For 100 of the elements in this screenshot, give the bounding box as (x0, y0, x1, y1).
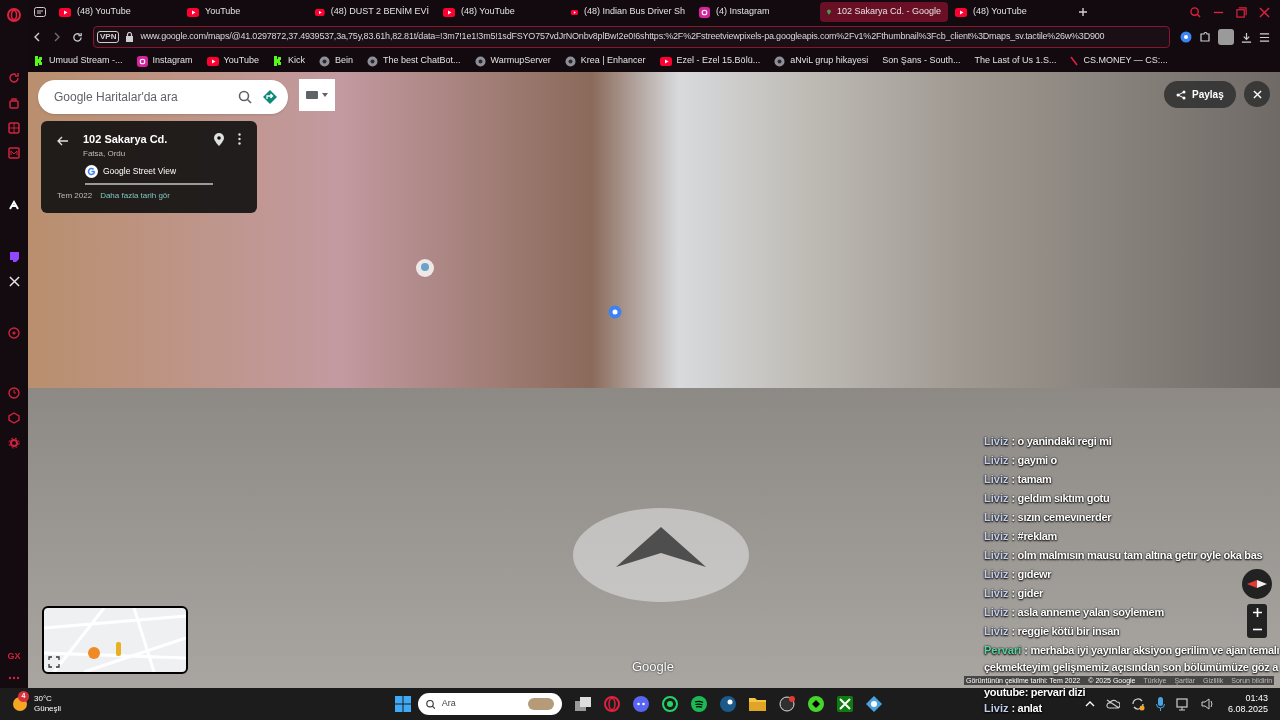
address-bar[interactable]: www.google.com/maps/@41.0297872,37.4939537,3a,75y,83.61h,82.81t/data=!3m7!1e1!3m5!1sdFSYO757vdJrNOnbv8plBw!2e0!6shttps:%2F%2Fstreetviewpixels-pa.googleapis.com%2Fv1%2Fthumbnail%3Fcb_client%3Dmaps_sv.tactile%26w%3D900 (140, 30, 1105, 44)
directions-icon[interactable] (262, 89, 278, 105)
network-icon[interactable] (1175, 697, 1190, 711)
refresh-icon[interactable] (8, 72, 20, 84)
reload-icon[interactable] (72, 31, 83, 43)
more-dates-link[interactable]: Daha fazla tarih gör (100, 189, 170, 202)
taskbar-search-field[interactable]: Ara (418, 693, 562, 715)
camera-icon (699, 6, 710, 18)
clock-time[interactable]: 01:43 (1245, 693, 1268, 704)
search-icon[interactable] (238, 90, 252, 104)
temperature[interactable]: 30°C (34, 694, 62, 704)
layers-button[interactable] (299, 79, 335, 111)
browser-tab[interactable]: YouTube (180, 2, 308, 22)
bookmark[interactable]: WarmupServer (474, 54, 551, 68)
folder-icon[interactable] (749, 697, 766, 711)
camera-icon (136, 55, 148, 67)
video-play-icon (443, 7, 455, 17)
bookmark[interactable]: aNviL grup hikayesi (774, 54, 869, 68)
bookmark[interactable]: Ezel - Ezel 15.Bölü... (659, 54, 761, 68)
zoom-in-icon[interactable] (1252, 608, 1262, 617)
browser-tab[interactable]: (48) YouTube (948, 2, 1076, 22)
weather-condition[interactable]: Güneşli (34, 704, 62, 714)
search-icon[interactable] (1190, 6, 1201, 18)
bookmark[interactable]: Krea | Enhancer (564, 54, 646, 68)
network-app-icon[interactable] (866, 696, 882, 712)
bookmark[interactable]: The best ChatBot... (366, 54, 461, 68)
microphone-icon[interactable] (1155, 697, 1165, 711)
bookmark[interactable]: Son Şans - South... (882, 54, 961, 68)
chat-username: Liviz (984, 701, 1009, 716)
phone-chat-icon[interactable] (662, 696, 678, 712)
close-icon[interactable] (1259, 6, 1270, 18)
maximize-icon[interactable] (1236, 6, 1247, 18)
back-icon[interactable] (32, 32, 42, 42)
browser-tab[interactable]: 102 Sakarya Cd. - Google (820, 2, 948, 22)
browser-tab[interactable]: (48) YouTube (436, 2, 564, 22)
bookmark[interactable]: Kick (272, 54, 305, 68)
browser-tab[interactable]: (4) Instagram (692, 2, 820, 22)
clock-date[interactable]: 6.08.2025 (1227, 704, 1268, 715)
cloud-off-icon[interactable] (1105, 699, 1120, 709)
extension-icon[interactable] (1180, 31, 1192, 43)
pin-icon[interactable] (214, 133, 224, 146)
start-icon[interactable] (395, 696, 411, 712)
place-marker-icon[interactable] (415, 258, 435, 278)
share-button[interactable]: Paylaş (1164, 81, 1236, 108)
browser-logo-icon[interactable] (7, 8, 21, 22)
chat-username: Liviz (984, 434, 1009, 449)
grid-icon[interactable] (8, 122, 20, 134)
bookmark[interactable]: Bein (318, 54, 353, 68)
street-view-photo[interactable] (28, 72, 1280, 688)
sync-icon[interactable] (1130, 697, 1145, 711)
app-icon[interactable] (8, 199, 20, 211)
new-tab-icon[interactable] (1078, 7, 1088, 17)
browser-logo-icon[interactable] (604, 696, 620, 712)
bookmark[interactable]: Umuud Stream -... (34, 54, 123, 68)
x-icon[interactable] (8, 276, 20, 287)
chevron-up-icon[interactable] (1084, 701, 1095, 707)
bookmark[interactable]: CS.MONEY — CS:... (1070, 54, 1168, 68)
recorder-icon[interactable] (779, 696, 795, 712)
bookmark[interactable]: The Last of Us 1.S... (974, 54, 1057, 68)
chat-app-icon[interactable] (633, 696, 649, 712)
clock-icon[interactable] (8, 387, 20, 399)
chat-username: Liviz (984, 586, 1009, 601)
fullscreen-icon[interactable] (48, 656, 60, 668)
chat-message: : olm malmısın mausu tam altına getır oyle oka bas (1011, 548, 1263, 563)
menu-icon[interactable] (1259, 31, 1270, 43)
more-icon[interactable] (8, 676, 20, 680)
vpn-badge[interactable]: VPN (97, 31, 120, 43)
place-marker-icon[interactable] (608, 305, 622, 319)
play-circle-icon[interactable] (8, 327, 20, 339)
speaker-icon[interactable] (1200, 698, 1215, 710)
puzzle-icon[interactable] (1199, 31, 1211, 43)
browser-tab[interactable]: (48) YouTube (52, 2, 180, 22)
chat-icon[interactable] (8, 251, 20, 263)
search-input[interactable]: Ara (441, 697, 522, 711)
caret-icon (322, 93, 328, 97)
chat-username: Liviz (984, 605, 1009, 620)
bag-icon[interactable] (8, 97, 20, 109)
gx-label[interactable]: GX (7, 649, 21, 663)
google-logo-icon (85, 164, 98, 178)
music-app-icon[interactable] (691, 696, 707, 712)
mail-icon[interactable] (8, 147, 20, 159)
bookmark[interactable]: Instagram (136, 54, 193, 68)
bookmark[interactable]: YouTube (206, 54, 259, 68)
browser-tab[interactable]: (48) DUST 2 BENİM EVİ (308, 2, 436, 22)
search-input[interactable]: Google Haritalar'da ara (54, 88, 228, 106)
cube-icon[interactable] (8, 412, 20, 424)
xbox-icon[interactable] (837, 696, 853, 712)
snake-app-icon[interactable] (808, 696, 824, 712)
tab-list-icon[interactable] (34, 7, 46, 17)
chat-message: : o yanindaki regi mi (1011, 434, 1112, 449)
forward-icon[interactable] (52, 32, 62, 42)
task-view-icon[interactable] (575, 697, 591, 711)
search-field[interactable]: Google Haritalar'da ara (38, 80, 288, 114)
browser-tab[interactable]: (48) Indian Bus Driver Sh (564, 2, 692, 22)
settings-icon[interactable] (8, 437, 20, 449)
more-options-icon[interactable] (238, 133, 241, 145)
download-icon[interactable] (1241, 31, 1252, 43)
game-store-icon[interactable] (720, 696, 736, 712)
back-arrow-icon[interactable] (57, 135, 69, 147)
compass-icon (1247, 579, 1267, 589)
